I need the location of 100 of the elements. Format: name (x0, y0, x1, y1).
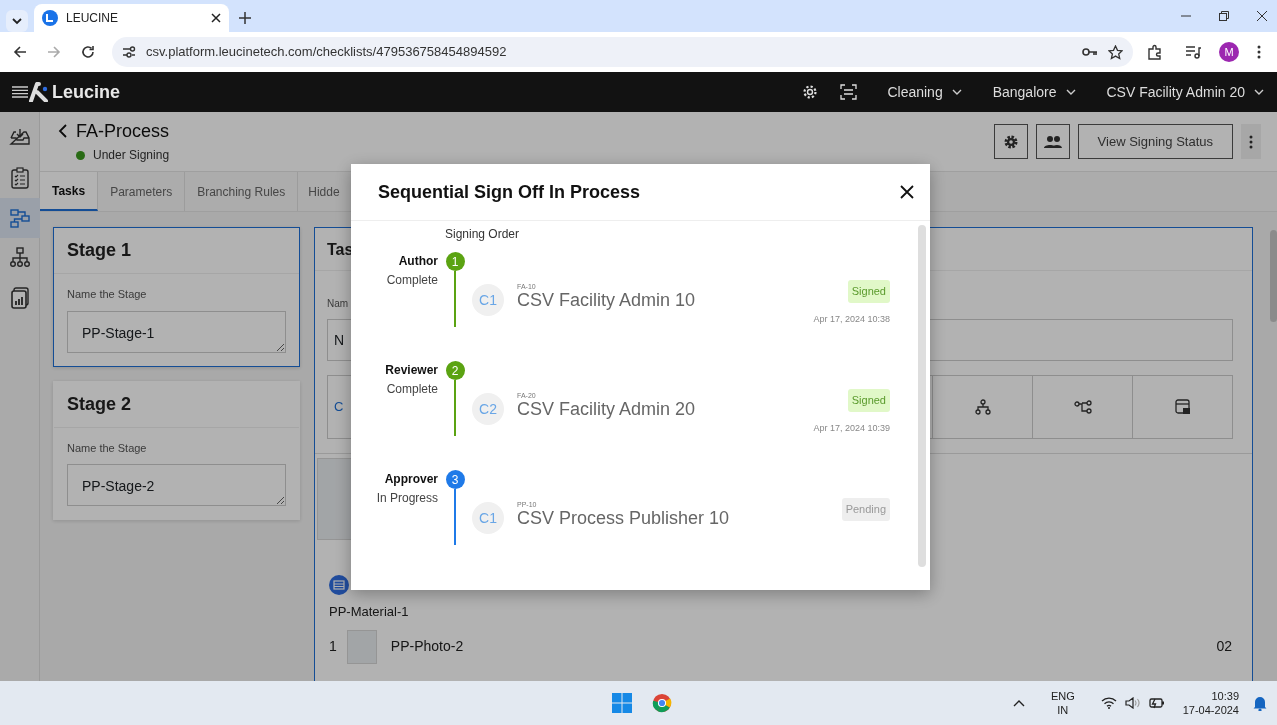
page-tab[interactable]: Hidde (298, 172, 342, 211)
bookmark-button[interactable] (1108, 44, 1123, 60)
restore-button[interactable] (1219, 11, 1229, 21)
people-icon (1042, 134, 1063, 149)
page-tab[interactable]: Branching Rules (185, 172, 299, 211)
window-lock-icon (1174, 399, 1191, 415)
speaker-icon (1124, 697, 1141, 709)
address-bar[interactable]: csv.platform.leucinetech.com/checklists/479536758454894592 (112, 37, 1133, 67)
status-dot-icon (76, 150, 85, 160)
stage-card[interactable]: Stage 1 Name the Stage PP-Stage-1 (53, 227, 300, 367)
signer-role: Approver (383, 471, 438, 488)
windows-logo-icon (612, 693, 632, 713)
favicon-icon (42, 10, 58, 26)
stage-name-field[interactable]: PP-Stage-1 (67, 310, 286, 353)
reload-icon (80, 44, 96, 60)
close-tab-button[interactable] (211, 13, 221, 23)
view-signing-status-button[interactable]: View Signing Status (1077, 124, 1233, 159)
stage-name-field[interactable]: PP-Stage-2 (67, 464, 286, 506)
process-status: Under Signing (93, 147, 170, 164)
settings-icon (1002, 133, 1019, 150)
photo-placeholder (346, 629, 377, 664)
row-number: 1 (329, 637, 337, 656)
star-icon (1108, 44, 1123, 60)
stage-title: Stage 2 (54, 381, 299, 428)
kebab-menu-icon (1249, 134, 1253, 149)
system-tray-button[interactable] (1100, 697, 1165, 709)
plus-icon (239, 12, 251, 24)
signer-role: Reviewer (384, 362, 438, 379)
bell-icon (1253, 695, 1267, 711)
settings-button[interactable] (802, 84, 819, 100)
dropdown-menu-button[interactable]: Cleaning (887, 81, 963, 103)
signed-date: Apr 17, 2024 10:39 (813, 421, 890, 435)
photo-name: PP-Photo-2 (390, 637, 464, 656)
step-status: Complete (385, 381, 438, 398)
user-name: CSV Process Publisher 10 (517, 509, 730, 527)
page-tab[interactable]: Parameters (98, 172, 186, 211)
close-icon (1257, 11, 1267, 21)
close-icon (900, 185, 914, 199)
stage-card[interactable]: Stage 2 Name the Stage PP-Stage-2 (53, 380, 300, 520)
step-status: Complete (385, 272, 438, 289)
user-avatar: C1 (472, 502, 504, 534)
photo-count: 02 (1216, 637, 1232, 656)
clipboard-checklist-icon (9, 167, 31, 189)
language-indicator[interactable]: ENG IN (1050, 689, 1075, 717)
password-key-button[interactable] (1082, 46, 1098, 58)
tab-title: LEUCINE (66, 10, 119, 27)
user-name: CSV Facility Admin 10 (517, 291, 696, 309)
modal-title: Sequential Sign Off In Process (378, 180, 641, 204)
logo-icon (28, 82, 48, 102)
close-button[interactable] (900, 185, 914, 199)
settings-button[interactable] (993, 124, 1028, 159)
scrollbar-thumb[interactable] (918, 225, 926, 567)
show-hidden-icons-button[interactable] (1012, 699, 1025, 707)
settings-icon (802, 84, 819, 100)
status-badge: Signed (847, 280, 890, 303)
branch-icon (974, 399, 991, 415)
close-icon (211, 13, 221, 23)
dropdown-menu-button[interactable]: Bangalore (992, 81, 1077, 103)
battery-charging-icon (1148, 697, 1165, 709)
hierarchy-icon (9, 247, 31, 269)
tab-list-button[interactable] (6, 10, 28, 32)
site-settings-icon (122, 45, 136, 59)
clock[interactable]: 10:39 17-04-2024 (1182, 689, 1239, 717)
close-window-button[interactable] (1257, 11, 1267, 21)
browser-tab[interactable]: LEUCINE (34, 4, 229, 32)
user-avatar: C2 (472, 393, 504, 425)
nodes-icon (1073, 400, 1092, 414)
connect-button[interactable] (1073, 400, 1092, 414)
chevron-up-icon (1012, 699, 1025, 707)
forward-arrow-icon (46, 44, 62, 60)
users-button[interactable] (1035, 124, 1070, 159)
field-label: Nam (327, 297, 349, 311)
lock-save-button[interactable] (1174, 399, 1191, 415)
stage-title: Stage 1 (54, 228, 299, 274)
scan-button[interactable] (840, 84, 858, 100)
back-arrow-icon (12, 44, 28, 60)
chevron-left-icon (58, 124, 68, 138)
user-avatar: C1 (472, 284, 504, 316)
page-tab[interactable]: Tasks (40, 172, 99, 211)
brand-name: Leucine (52, 80, 121, 104)
process-title: FA-Process (76, 120, 170, 142)
new-tab-button[interactable] (239, 12, 251, 24)
key-icon (1082, 46, 1098, 58)
field-label: Name the Stage (67, 440, 147, 456)
signing-order-heading: Signing Order (445, 226, 521, 243)
menu-button[interactable] (12, 86, 28, 98)
scrollbar-thumb[interactable] (1270, 230, 1277, 322)
back-button[interactable] (58, 124, 68, 138)
user-name: CSV Facility Admin 20 (517, 400, 696, 418)
status-badge: Pending (841, 498, 890, 521)
flowchart-icon (9, 207, 31, 229)
link-text[interactable]: C (334, 397, 344, 417)
wifi-icon (1100, 697, 1117, 709)
notifications-button[interactable] (1253, 695, 1267, 711)
branch-button[interactable] (974, 399, 991, 415)
signed-date: Apr 17, 2024 10:38 (813, 312, 890, 326)
dropdown-menu-button[interactable]: CSV Facility Admin 20 (1106, 81, 1265, 103)
restore-icon (1219, 11, 1229, 21)
field-label: Name the Stage (67, 287, 147, 302)
step-number: 2 (445, 361, 465, 380)
